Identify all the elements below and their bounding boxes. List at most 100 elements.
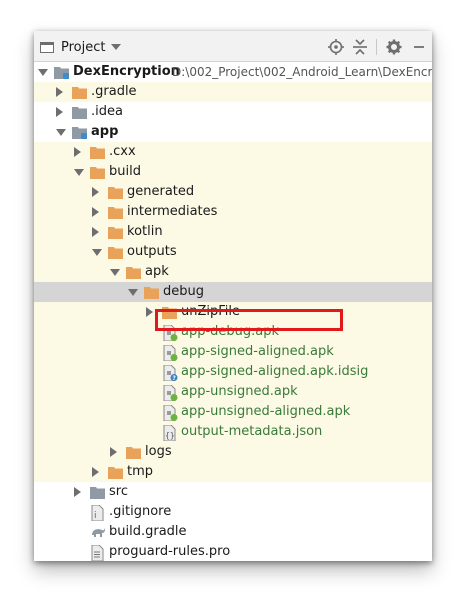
- tree-node[interactable]: {} output-metadata.json: [34, 422, 432, 442]
- excluded-folder-icon: [108, 245, 124, 259]
- unknown-file-icon: ?: [162, 364, 178, 382]
- expand-arrow-right-icon[interactable]: [56, 87, 63, 97]
- tree-node-label: .gradle: [91, 84, 137, 99]
- tree-node[interactable]: build.gradle: [34, 522, 432, 542]
- tree-node-label: proguard-rules.pro: [109, 544, 231, 559]
- excluded-folder-icon: [144, 285, 160, 299]
- project-tool-window: Project DexEncryption D:\002_Project\002…: [34, 31, 432, 561]
- excluded-folder-icon: [126, 445, 142, 459]
- collapse-icon[interactable]: [351, 38, 369, 56]
- tree-node[interactable]: app-unsigned-aligned.apk: [34, 402, 432, 422]
- gear-icon[interactable]: [385, 38, 403, 56]
- highlight-annotation-box: [155, 309, 343, 331]
- expand-arrow-down-icon[interactable]: [128, 289, 138, 296]
- project-view-selector[interactable]: Project: [40, 38, 122, 56]
- folder-icon: [72, 105, 88, 119]
- excluded-folder-icon: [108, 205, 124, 219]
- tree-node-label: app-unsigned-aligned.apk: [181, 404, 351, 419]
- tree-node[interactable]: build: [34, 162, 432, 182]
- tree-node[interactable]: .gradle: [34, 82, 432, 102]
- apk-file-icon: [162, 384, 178, 402]
- tree-node-label: tmp: [127, 464, 154, 479]
- gradle-icon: [90, 525, 106, 539]
- tree-node[interactable]: proguard-rules.pro: [34, 542, 432, 561]
- excluded-folder-icon: [90, 165, 106, 179]
- tree-node-label: app: [91, 124, 119, 139]
- module-folder-icon: [72, 125, 88, 139]
- tree-node-label: .idea: [91, 104, 123, 119]
- tree-node[interactable]: kotlin: [34, 222, 432, 242]
- apk-file-icon: [162, 344, 178, 362]
- tree-node-label: .gitignore: [109, 504, 172, 519]
- excluded-folder-icon: [108, 225, 124, 239]
- tree-node[interactable]: debug: [34, 282, 432, 302]
- expand-arrow-right-icon[interactable]: [92, 187, 99, 197]
- tree-node-label: logs: [145, 444, 172, 459]
- tree-node-label: generated: [127, 184, 195, 199]
- tree-node[interactable]: logs: [34, 442, 432, 462]
- crosshair-icon[interactable]: [327, 38, 345, 56]
- tree-node[interactable]: i .gitignore: [34, 502, 432, 522]
- tree-node[interactable]: generated: [34, 182, 432, 202]
- tree-node[interactable]: DexEncryption D:\002_Project\002_Android_…: [34, 62, 432, 82]
- excluded-folder-icon: [126, 265, 142, 279]
- tree-node-label: outputs: [127, 244, 177, 259]
- chevron-down-icon: [111, 44, 122, 50]
- tree-node[interactable]: app: [34, 122, 432, 142]
- tree-node-label: app-signed-aligned.apk.idsig: [181, 364, 369, 379]
- module-folder-icon: [54, 65, 70, 79]
- tree-node-label: apk: [145, 264, 169, 279]
- tree-node-label: DexEncryption: [73, 64, 180, 79]
- tree-node-label: debug: [163, 284, 204, 299]
- svg-text:{}: {}: [165, 431, 175, 440]
- json-file-icon: {}: [162, 424, 178, 442]
- expand-arrow-right-icon[interactable]: [92, 227, 99, 237]
- folder-icon: [90, 485, 106, 499]
- expand-arrow-down-icon[interactable]: [56, 129, 66, 136]
- minimize-icon[interactable]: [410, 38, 428, 56]
- tree-node-label: app-unsigned.apk: [181, 384, 298, 399]
- expand-arrow-right-icon[interactable]: [74, 147, 81, 157]
- expand-arrow-right-icon[interactable]: [92, 467, 99, 477]
- expand-arrow-down-icon[interactable]: [92, 249, 102, 256]
- expand-arrow-right-icon[interactable]: [146, 307, 153, 317]
- expand-arrow-right-icon[interactable]: [110, 447, 117, 457]
- text-file-icon: [90, 544, 106, 561]
- expand-arrow-down-icon[interactable]: [38, 69, 48, 76]
- tree-node-label: build.gradle: [109, 524, 187, 539]
- svg-text:i: i: [94, 511, 97, 521]
- tree-node[interactable]: tmp: [34, 462, 432, 482]
- tree-node[interactable]: intermediates: [34, 202, 432, 222]
- expand-arrow-right-icon[interactable]: [74, 487, 81, 497]
- tree-node-label: .cxx: [109, 144, 136, 159]
- gitignore-file-icon: i: [90, 504, 106, 522]
- project-path: D:\002_Project\002_Android_Learn\DexEncr…: [172, 65, 432, 79]
- tree-node-label: intermediates: [127, 204, 218, 219]
- expand-arrow-right-icon[interactable]: [56, 107, 63, 117]
- svg-text:?: ?: [172, 375, 176, 381]
- tree-node-label: kotlin: [127, 224, 163, 239]
- tree-node[interactable]: src: [34, 482, 432, 502]
- tree-node[interactable]: .idea: [34, 102, 432, 122]
- excluded-folder-icon: [72, 85, 88, 99]
- tree-node-label: src: [109, 484, 128, 499]
- expand-arrow-right-icon[interactable]: [92, 207, 99, 217]
- tree-node[interactable]: app-unsigned.apk: [34, 382, 432, 402]
- tree-node[interactable]: apk: [34, 262, 432, 282]
- tree-node[interactable]: .cxx: [34, 142, 432, 162]
- tree-node[interactable]: app-signed-aligned.apk: [34, 342, 432, 362]
- excluded-folder-icon: [90, 145, 106, 159]
- tree-node-label: output-metadata.json: [181, 424, 323, 439]
- excluded-folder-icon: [108, 185, 124, 199]
- tree-node[interactable]: ? app-signed-aligned.apk.idsig: [34, 362, 432, 382]
- tree-node-label: app-signed-aligned.apk: [181, 344, 334, 359]
- expand-arrow-down-icon[interactable]: [74, 169, 84, 176]
- tree-node-label: build: [109, 164, 141, 179]
- project-window-icon: [40, 41, 54, 53]
- project-view-label: Project: [61, 39, 106, 55]
- tree-node[interactable]: outputs: [34, 242, 432, 262]
- expand-arrow-down-icon[interactable]: [110, 269, 120, 276]
- apk-file-icon: [162, 404, 178, 422]
- toolbar-divider: [376, 39, 377, 55]
- project-toolbar: Project: [34, 31, 432, 62]
